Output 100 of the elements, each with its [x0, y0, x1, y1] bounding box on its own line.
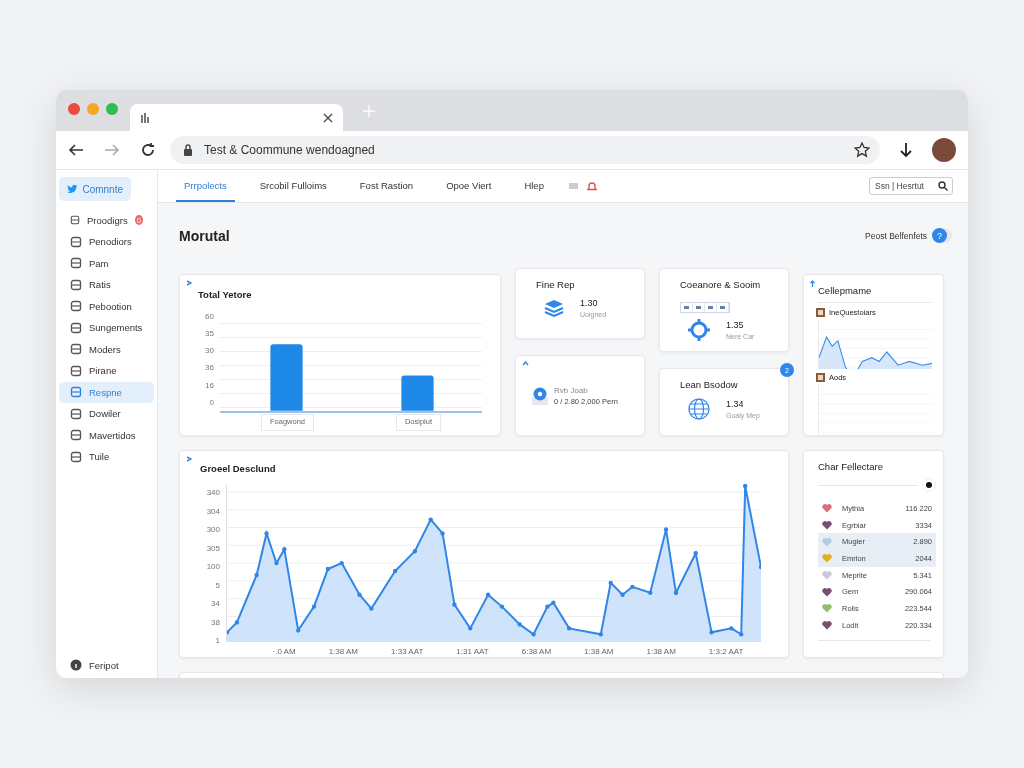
- stat-label: Rvb Joab: [554, 386, 589, 396]
- header-link[interactable]: Peost Belfenfets: [860, 230, 932, 241]
- page-title: Morutal: [179, 227, 231, 244]
- axis-label: 5: [214, 580, 220, 590]
- card-title: Fine Rep: [536, 279, 576, 290]
- bird-icon: [67, 183, 78, 195]
- menu-item-icon: [70, 321, 82, 334]
- sidebar-item[interactable]: Respne: [59, 382, 154, 403]
- expand-icon[interactable]: [186, 456, 192, 462]
- axis-label: 1:3:2 AAT: [708, 647, 744, 659]
- menu-item-icon: [70, 386, 82, 399]
- axis-label: 35: [204, 329, 214, 339]
- nav-tab[interactable]: Srcobil Fulloims: [251, 170, 335, 202]
- axis-label: 60: [204, 312, 214, 321]
- sidebar-item[interactable]: Mavertidos: [59, 425, 154, 446]
- card-title: Total Yetore: [198, 289, 253, 300]
- sidebar-header-button[interactable]: Comnnte: [59, 177, 131, 201]
- axis-label: 304: [205, 506, 220, 516]
- heart-icon: [822, 586, 832, 597]
- sidebar-item[interactable]: Pebootion: [59, 296, 154, 317]
- sidebar-item[interactable]: Ratis: [59, 274, 154, 295]
- address-bar[interactable]: Test & Coommune wendoagned: [170, 136, 880, 164]
- heart-icon: [822, 603, 832, 614]
- caret-icon[interactable]: [810, 280, 815, 287]
- sidebar-item[interactable]: Penodiors: [59, 231, 154, 252]
- heart-icon: [822, 553, 832, 564]
- download-icon[interactable]: [900, 142, 912, 158]
- close-window-icon[interactable]: [68, 102, 80, 115]
- forward-icon[interactable]: [104, 143, 120, 157]
- stat-value: 1.35: [726, 320, 745, 330]
- toolbar-icon[interactable]: [717, 303, 729, 312]
- bell-icon[interactable]: [585, 181, 598, 191]
- heart-icon: [822, 520, 832, 531]
- menu-item-icon: [70, 300, 82, 313]
- menu-item-icon: [70, 429, 82, 442]
- axis-label: 38: [210, 617, 220, 627]
- sidebar-item[interactable]: Moders: [59, 339, 154, 360]
- menu-item-icon: [70, 278, 82, 291]
- pin-icon: [532, 387, 548, 406]
- card-title: Coeanore & Sooim: [680, 279, 762, 290]
- toggle-icon[interactable]: [922, 478, 936, 492]
- heart-icon: [822, 536, 832, 547]
- axis-label: 1:38 AM: [646, 647, 676, 659]
- axis-label: 36: [204, 363, 214, 373]
- axis-label: 1: [214, 636, 220, 646]
- axis-label: 6:38 AM: [521, 647, 552, 659]
- reload-icon[interactable]: [140, 142, 156, 158]
- nav-tab[interactable]: Hlep: [516, 170, 552, 202]
- menu-item-icon: [70, 257, 82, 270]
- toolbar-icon[interactable]: [705, 303, 717, 312]
- layers-icon: [544, 299, 564, 317]
- sidebar-item[interactable]: Sungements: [59, 317, 154, 338]
- menu-item-icon: [70, 235, 82, 248]
- toolbar-icon[interactable]: [693, 303, 705, 312]
- axis-label: 305: [205, 543, 220, 553]
- sidebar-footer-link[interactable]: Feripot: [59, 656, 154, 674]
- star-icon[interactable]: [854, 142, 870, 158]
- card-title: Char Fellectare: [818, 461, 884, 472]
- sidebar-item[interactable]: Dowiler: [59, 403, 154, 424]
- card-title: Cellepmame: [818, 285, 931, 303]
- gear-icon: [688, 319, 710, 341]
- axis-label: 1:38 AM: [328, 647, 358, 659]
- bars-icon: [140, 111, 152, 124]
- heart-icon: [822, 570, 832, 581]
- axis-label: 34: [210, 599, 220, 609]
- menu-item-icon: [70, 214, 80, 227]
- sidebar-item[interactable]: Pam: [59, 253, 154, 274]
- menu-item-icon: [70, 407, 82, 420]
- card-title: Lean Bsodow: [680, 379, 739, 390]
- sidebar-item[interactable]: Pirane: [59, 360, 154, 381]
- axis-label: 0: [208, 397, 214, 407]
- globe-icon: [688, 398, 710, 420]
- axis-label: 1:31 AAT: [456, 647, 489, 659]
- thumbnail-icon: [816, 308, 825, 317]
- axis-label: 340: [205, 488, 220, 497]
- heart-icon: [822, 503, 832, 514]
- axis-label: 16: [204, 380, 214, 390]
- lock-icon: [183, 144, 193, 156]
- close-icon[interactable]: [323, 112, 333, 123]
- nav-tab[interactable]: Fost Rastion: [351, 170, 422, 202]
- axis-label: 1:38 AM: [584, 647, 614, 659]
- axis-label: 300: [205, 525, 220, 535]
- sidebar-item[interactable]: Tuile: [59, 446, 154, 467]
- axis-label: 1:33 AAT: [391, 647, 424, 659]
- toolbar-icon[interactable]: [681, 303, 693, 312]
- axis-label: ·.0 AM: [272, 647, 296, 659]
- heart-icon: [822, 620, 832, 631]
- stat-value: 1.30: [580, 298, 599, 308]
- caret-icon[interactable]: [522, 361, 529, 367]
- nav-tab[interactable]: Opoe Viert: [438, 170, 500, 202]
- back-icon[interactable]: [68, 143, 84, 157]
- avatar[interactable]: [932, 138, 956, 162]
- thumbnail-icon: [816, 372, 825, 382]
- url-text: Test & Coommune wendoagned: [204, 143, 376, 157]
- menu-item-icon: [70, 450, 82, 463]
- expand-icon[interactable]: [186, 280, 192, 286]
- search-field[interactable]: Ssn | Hesrtut: [869, 177, 953, 195]
- axis-label: 30: [204, 346, 214, 356]
- menu-item-icon: [70, 343, 82, 356]
- card-title: Groeel Desclund: [200, 463, 277, 474]
